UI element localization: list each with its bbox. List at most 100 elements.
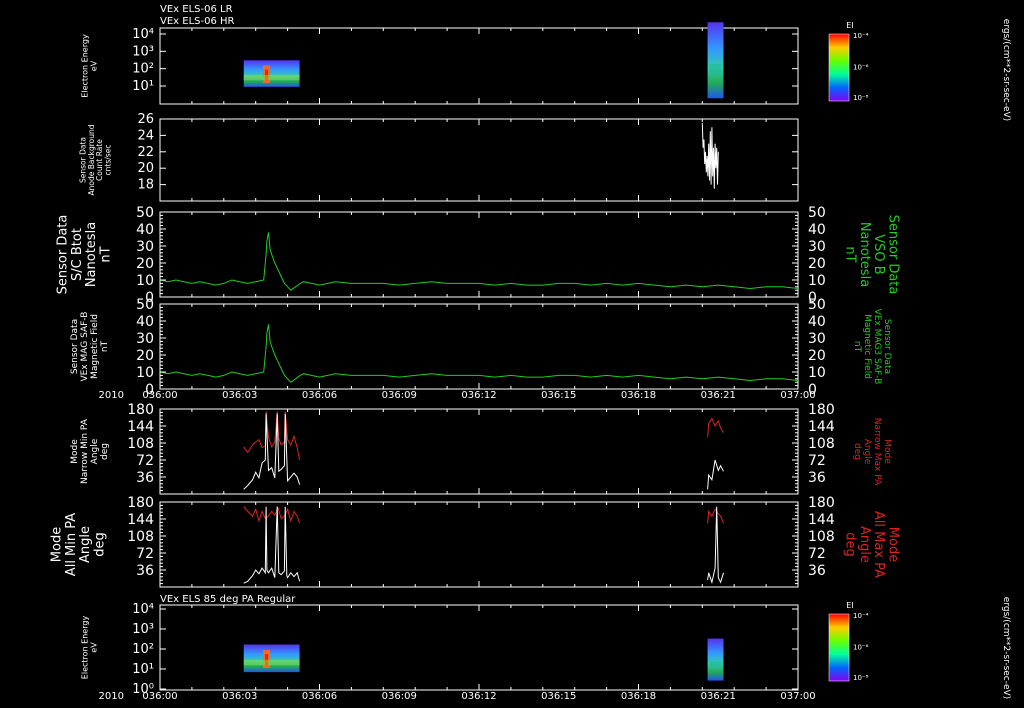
y-tick-label: 26 — [137, 112, 154, 127]
year-label: 2010 — [99, 390, 124, 401]
colorbar-tick-label: 10⁻⁶ — [853, 644, 869, 652]
colorbar-units: ergs/(cm**2-sr-sec-eV) — [1001, 19, 1011, 121]
x-tick-label: 037:00 — [780, 691, 815, 702]
y-tick-label: 22 — [137, 145, 154, 160]
plot-stage: VEx ELS-06 LR VEx ELS-06 HR 10⁴ 10³ 10² 10¹… — [0, 0, 1024, 708]
panel-title-spec2: VEx ELS 85 deg PA Regular — [160, 594, 296, 605]
heatmap-block — [243, 644, 300, 673]
y-tick-label-right: 20 — [808, 256, 826, 272]
x-tick-label: 036:12 — [461, 691, 496, 702]
right-axis-label-pa_all-line: Mode — [885, 527, 900, 562]
x-tick-label: 036:18 — [621, 390, 656, 401]
colorbar-tick-label: 10⁻⁸ — [853, 674, 869, 682]
y-axis-label-mag1-line: nT — [98, 246, 113, 262]
x-tick-label: 036:21 — [701, 390, 736, 401]
y-tick-label-right: 10 — [808, 365, 826, 381]
colorbar-tick-label: 10⁻⁴ — [853, 32, 869, 40]
x-tick-label: 036:18 — [621, 691, 656, 702]
y-axis-label-mag2-line: nT — [100, 340, 110, 352]
y-axis-label-mag1-line: S/C Btot — [70, 228, 85, 281]
y-tick-label-right: 36 — [808, 470, 826, 486]
y-tick-label: 144 — [127, 419, 154, 435]
y-tick-label: 10¹ — [132, 79, 154, 94]
colorbar — [828, 33, 850, 102]
y-axis-label-mag2-line: Sensor Data — [70, 319, 80, 374]
y-axis-label-spec2-line: eV — [89, 642, 98, 653]
right-axis-label-mag2-line: Magnetic Field — [862, 314, 872, 379]
y-tick-label-right: 72 — [808, 546, 826, 562]
heatmap-band — [709, 64, 722, 76]
x-tick-label: 036:06 — [302, 390, 337, 401]
y-tick-label: 20 — [136, 348, 154, 364]
y-tick-label-right: 50 — [808, 205, 826, 221]
right-axis-label-pa_all-line: deg — [843, 532, 858, 557]
x-tick-label: 036:12 — [461, 390, 496, 401]
right-axis-label-mag1-line: Nanotesla — [857, 222, 872, 287]
heatmap-band — [243, 74, 300, 81]
y-axis-label-pa_all-line: Mode — [50, 527, 65, 562]
y-tick-label: 10⁴ — [132, 602, 154, 617]
x-tick-label: 036:15 — [541, 691, 576, 702]
colorbar-units: ergs/(cm**2-sr-sec-eV) — [1001, 597, 1011, 699]
x-tick-label: 037:00 — [780, 390, 815, 401]
y-tick-label: 20 — [137, 161, 154, 176]
y-tick-label-right: 36 — [808, 563, 826, 579]
y-tick-label: 24 — [137, 128, 154, 143]
heatmap-band — [243, 659, 300, 666]
y-tick-label: 40 — [136, 222, 154, 238]
right-axis-label-mag2-line: Sensor Data — [882, 319, 892, 374]
y-axis-label-pa_all-line: deg — [92, 532, 107, 557]
right-axis-label-pa_narrow-line: Narrow Max PA — [872, 418, 882, 486]
y-axis-label-pa_all-line: All Min PA — [64, 513, 79, 576]
year-label: 2010 — [99, 691, 124, 702]
y-axis-label-mag2-line: VEx MAG SAF-B — [80, 312, 90, 382]
right-axis-label-pa_all-line: All Max PA — [871, 511, 886, 578]
x-tick-label: 036:09 — [382, 390, 417, 401]
y-tick-label: 10³ — [132, 622, 154, 637]
x-tick-label: 036:00 — [142, 691, 177, 702]
right-axis-label-mag2-line: nT — [852, 341, 862, 353]
right-axis-label-pa_narrow-line: Angle — [862, 439, 872, 465]
colorbar-tick-label: 10⁻⁶ — [853, 64, 869, 72]
x-tick-label: 036:15 — [541, 390, 576, 401]
y-tick-label-right: 20 — [808, 348, 826, 364]
y-tick-label: 30 — [136, 331, 154, 347]
y-tick-label-right: 144 — [808, 419, 835, 435]
y-tick-label-right: 72 — [808, 453, 826, 469]
y-tick-label: 180 — [127, 495, 154, 511]
right-axis-label-mag1-line: VSO B — [871, 234, 886, 274]
colorbar-tick-label: 10⁻⁴ — [853, 612, 869, 620]
y-tick-label: 10 — [136, 365, 154, 381]
y-tick-label: 108 — [127, 529, 154, 545]
y-tick-label: 10 — [136, 273, 154, 289]
y-axis-label-pa_all-line: Angle — [78, 526, 93, 563]
y-tick-label: 18 — [137, 178, 154, 193]
y-axis-label-spec2-line: Electron Energy — [81, 616, 90, 680]
y-tick-label-right: 108 — [808, 436, 835, 452]
heatmap-band — [709, 661, 722, 668]
y-tick-label: 30 — [136, 239, 154, 255]
right-axis-label-pa_all-line: Angle — [857, 526, 872, 563]
y-tick-label: 36 — [136, 563, 154, 579]
y-tick-label: 10¹ — [132, 662, 154, 677]
y-tick-label-right: 10 — [808, 273, 826, 289]
y-tick-label-right: 40 — [808, 314, 826, 330]
y-tick-label-right: 50 — [808, 297, 826, 313]
heatmap-block — [243, 60, 300, 87]
colorbar-label: EI — [846, 21, 853, 30]
y-axis-label-pa_narrow-line: Mode — [70, 439, 80, 464]
y-tick-label: 20 — [136, 256, 154, 272]
y-tick-label: 36 — [136, 470, 154, 486]
header-line-1: VEx ELS-06 LR — [160, 4, 233, 15]
y-tick-label-right: 144 — [808, 512, 835, 528]
right-axis-label-pa_narrow-line: Mode — [882, 439, 892, 464]
y-tick-label-right: 30 — [808, 239, 826, 255]
y-tick-label-right: 30 — [808, 331, 826, 347]
x-tick-label: 036:03 — [222, 691, 257, 702]
colorbar — [828, 613, 850, 682]
y-tick-label: 72 — [136, 453, 154, 469]
right-axis-label-pa_narrow-line: deg — [852, 443, 862, 460]
y-tick-label-right: 40 — [808, 222, 826, 238]
y-axis-label-mag1-line: Nanotesla — [84, 222, 99, 287]
heatmap-block — [707, 22, 724, 99]
